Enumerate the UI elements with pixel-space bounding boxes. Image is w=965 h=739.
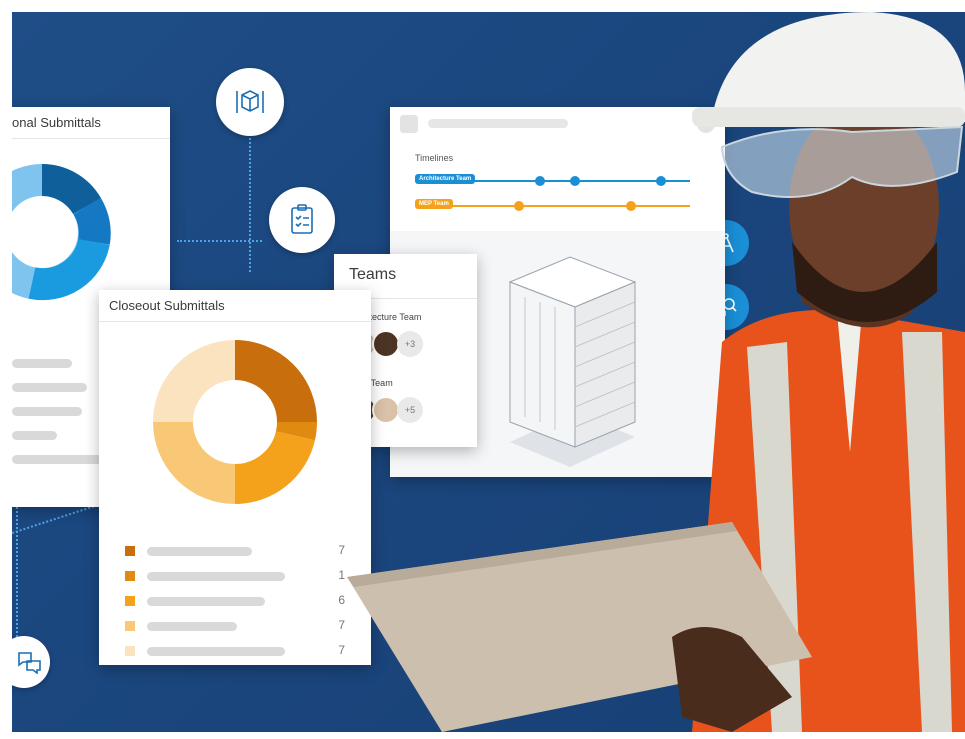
timeline-dot [514,201,524,211]
donut-chart [153,340,317,504]
timeline-dot [535,176,545,186]
legend-bar [147,597,265,606]
card-title: Closeout Submittals [99,290,371,322]
hero-illustration: onal Submittals Timelines Architecture T… [12,12,965,732]
donut-slice [234,340,317,423]
building-illustration [508,256,637,467]
donut-slice [275,421,317,441]
timeline-label: MEP Team [415,199,453,209]
legend-swatch [125,546,135,556]
legend-swatch [125,646,135,656]
placeholder-bar [12,383,87,392]
legend-bar [147,572,285,581]
address-bar [428,119,568,128]
timeline-label: Architecture Team [415,174,476,184]
more-members-badge: +5 [397,397,423,423]
placeholder-bar [12,407,82,416]
legend-bar [147,622,237,631]
donut-slice [153,421,236,504]
legend-row: 7 [125,642,345,660]
teams-title: Teams [349,266,397,283]
legend-row: 7 [125,542,345,560]
legend-row: 1 [125,567,345,585]
timelines-heading: Timelines [415,153,454,163]
connector-line [249,122,251,272]
legend-bar [147,547,252,556]
tablet-device [347,522,812,732]
donut-slice [41,164,101,215]
building-cube-icon [216,68,284,136]
legend-bar [147,647,285,656]
legend-swatch [125,571,135,581]
timeline-track [420,205,690,207]
legend-row: 6 [125,592,345,610]
timeline-dot [626,201,636,211]
timeline-dot [570,176,580,186]
donut-slice [153,340,236,423]
avatar [372,330,400,358]
legend-swatch [125,621,135,631]
more-members-badge: +3 [397,331,423,357]
closeout-submittals-card: Closeout Submittals 7 1 6 7 7 [99,290,371,665]
placeholder-bar [12,455,102,464]
donut-slice [72,197,111,245]
chat-icon [12,636,50,688]
donut-slice [28,238,110,301]
connector-line [177,240,262,242]
checklist-icon [269,187,335,253]
avatar [372,396,400,424]
window-icon [400,115,418,133]
legend-row: 7 [125,617,345,635]
card-title: onal Submittals [12,107,170,139]
legend-swatch [125,596,135,606]
placeholder-bar [12,359,72,368]
placeholder-bar [12,431,57,440]
connector-line [12,504,98,534]
donut-slice [234,430,315,504]
